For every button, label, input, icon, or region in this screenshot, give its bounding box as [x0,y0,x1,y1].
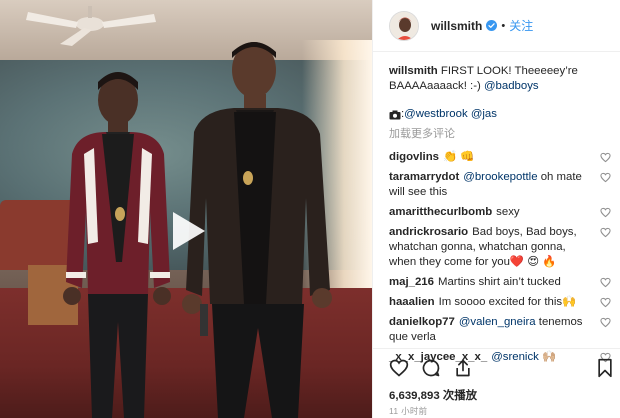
like-heart-icon[interactable] [389,358,409,378]
follow-button[interactable]: 关注 [509,17,533,34]
comment-mention[interactable]: @brookepottle [463,171,537,183]
ceiling-fan-illustration [26,6,156,46]
comment-like-heart-icon[interactable] [600,317,611,328]
play-button-icon[interactable] [159,204,213,258]
comment-item: taramarrydot @brookepottle oh mate will s… [389,170,611,200]
post-side-panel: willsmith • 关注 willsmith FIRST LOOK! The… [372,0,620,418]
comment-text: sexy [496,206,520,218]
comment-bubble-icon[interactable] [421,358,441,378]
comment-username[interactable]: andrickrosario [389,226,468,238]
comment-username[interactable]: danielkop77 [389,316,455,328]
credits-mention-2[interactable]: @jas [471,107,497,122]
bookmark-icon[interactable] [595,358,615,378]
camera-icon [389,110,401,119]
header-separator: • [501,19,506,32]
comment-username[interactable]: digovlins [389,151,439,163]
comment-username[interactable]: haaalien [389,296,435,308]
post-video[interactable] [0,0,372,418]
comment-like-heart-icon[interactable] [600,207,611,218]
comment-username[interactable]: amaritthecurlbomb [389,206,492,218]
comment-username[interactable]: taramarrydot [389,171,459,183]
comment-item: digovlins 👏 👊 [389,150,611,165]
comment-like-heart-icon[interactable] [600,227,611,238]
comment-list: digovlins 👏 👊 taramarrydot @brookepottle oh… [389,150,611,365]
comment-item: andrickrosario Bad boys, Bad boys, whatch… [389,225,611,270]
comment-item: maj_216 Martins shirt ain’t tucked [389,275,611,290]
post-header: willsmith • 关注 [373,0,620,52]
comment-text: Im soooo excited for this🙌 [438,296,577,308]
views-label: 次播放 [439,390,478,402]
comment-text: Martins shirt ain’t tucked [437,276,561,288]
comment-text: 👏 👊 [443,151,475,163]
caption-mention[interactable]: @badboys [484,80,539,92]
views-count: 6,639,893 次播放 [389,387,477,403]
comment-like-heart-icon[interactable] [600,152,611,163]
header-username[interactable]: willsmith [431,19,482,33]
views-number: 6,639,893 [389,390,440,402]
comment-like-heart-icon[interactable] [600,297,611,308]
comment-username[interactable]: maj_216 [389,276,434,288]
post-timestamp[interactable]: 11 小时前 [389,405,428,417]
comment-like-heart-icon[interactable] [600,277,611,288]
credits-mention-1[interactable]: @westbrook [404,107,467,122]
comments-section: willsmith FIRST LOOK! Theeeeey’re BAAAAa… [389,64,611,365]
comment-mention[interactable]: @valen_gneira [459,316,536,328]
comment-item: amaritthecurlbomb sexy [389,205,611,220]
avatar-image [390,11,418,40]
post-caption: willsmith FIRST LOOK! Theeeeey’re BAAAAa… [389,64,611,94]
post-credits: : @westbrook @jas [389,107,611,122]
load-more-comments-button[interactable]: 加载更多评论 [389,127,611,141]
caption-username[interactable]: willsmith [389,65,438,77]
avatar[interactable] [389,10,419,41]
comment-like-heart-icon[interactable] [600,172,611,183]
comment-item: haaalien Im soooo excited for this🙌 [389,295,611,310]
post-actions: 6,639,893 次播放 11 小时前 [373,348,620,418]
comment-item: danielkop77 @valen_gneira tenemos que ver… [389,315,611,345]
verified-badge-icon [486,20,498,31]
share-icon[interactable] [453,358,473,378]
